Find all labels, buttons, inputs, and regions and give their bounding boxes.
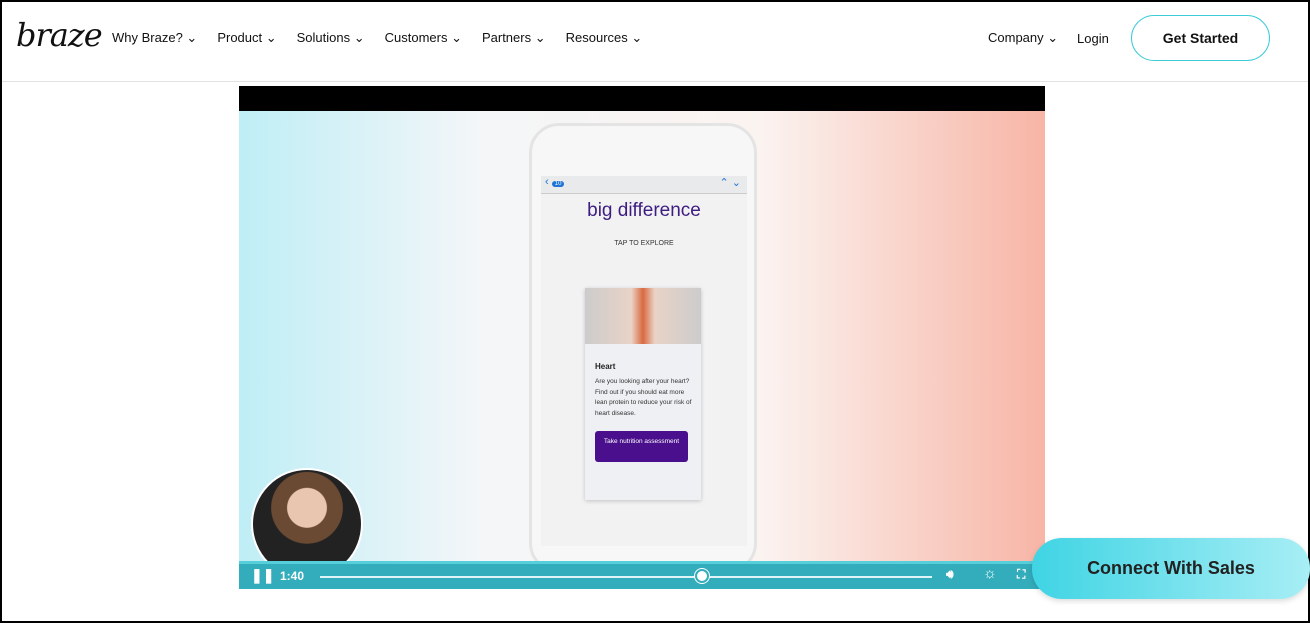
tap-to-explore: TAP TO EXPLORE (614, 240, 674, 247)
unread-badge: 10 (551, 181, 565, 187)
menu-product[interactable]: Product ⌄ (217, 30, 276, 46)
menu-why-braze[interactable]: Why Braze? ⌄ (112, 30, 197, 46)
main-menu: Why Braze? ⌄ Product ⌄ Solutions ⌄ Custo… (112, 30, 642, 46)
nutrition-assessment-button: Take nutrition assessment (595, 431, 688, 462)
email-heading: big difference (587, 200, 701, 221)
phone-screen: ‹ 10 ⌃ ⌄ big difference TAP TO EXPLORE He… (541, 176, 747, 546)
menu-partners[interactable]: Partners ⌄ (482, 30, 546, 46)
top-navigation: braze Why Braze? ⌄ Product ⌄ Solutions ⌄… (2, 2, 1308, 82)
menu-solutions[interactable]: Solutions ⌄ (297, 30, 365, 46)
video-frame: ‹ 10 ⌃ ⌄ big difference TAP TO EXPLORE He… (239, 111, 1045, 580)
video-controls: ❚❚ 1:40 🔊︎ ☼ ⛶ (239, 561, 1045, 589)
progress-bar[interactable] (320, 569, 932, 583)
connect-with-sales-button[interactable]: Connect With Sales (1032, 538, 1310, 599)
pause-icon[interactable]: ❚❚ (251, 567, 274, 584)
settings-icon[interactable]: ☼ (983, 565, 997, 582)
menu-customers[interactable]: Customers ⌄ (385, 30, 462, 46)
heart-card: Heart Are you looking after your heart? … (585, 288, 701, 500)
login-link[interactable]: Login (1077, 31, 1109, 46)
card-title: Heart (595, 362, 616, 371)
mail-toolbar: ‹ 10 ⌃ ⌄ (541, 176, 747, 194)
chevron-icons: ⌃ ⌄ (719, 177, 742, 189)
phone-mockup: ‹ 10 ⌃ ⌄ big difference TAP TO EXPLORE He… (529, 123, 757, 573)
braze-logo[interactable]: braze (16, 16, 103, 54)
heart-image (585, 288, 701, 344)
video-player[interactable]: ‹ 10 ⌃ ⌄ big difference TAP TO EXPLORE He… (239, 86, 1045, 589)
volume-icon[interactable]: 🔊︎ (946, 567, 954, 582)
card-body: Are you looking after your heart? Find o… (595, 378, 692, 417)
get-started-button[interactable]: Get Started (1131, 15, 1270, 61)
progress-thumb[interactable] (695, 569, 710, 583)
fullscreen-icon[interactable]: ⛶ (1017, 567, 1025, 582)
menu-company[interactable]: Company ⌄ (988, 30, 1058, 46)
menu-resources[interactable]: Resources ⌄ (566, 30, 643, 46)
time-display: 1:40 (280, 569, 305, 583)
